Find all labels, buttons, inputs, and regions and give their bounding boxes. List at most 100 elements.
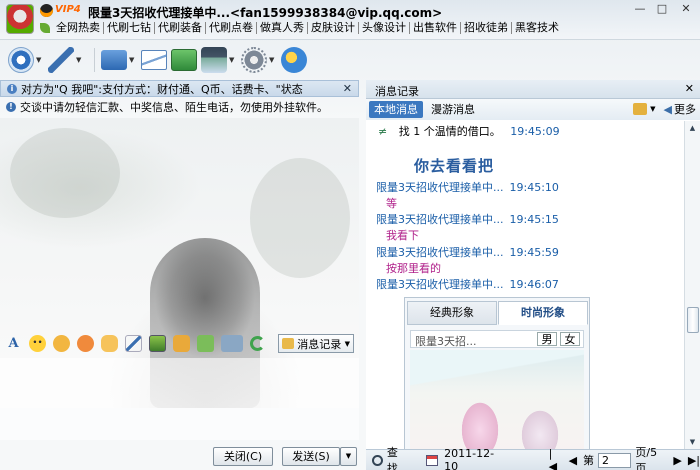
sender-name[interactable]: 限量3天招收代理接单中... [376, 246, 504, 259]
message-meta: 限量3天招收代理接单中... 19:45:15 [376, 211, 559, 227]
qzone-icon [281, 47, 307, 73]
scroll-thumb[interactable] [687, 307, 699, 333]
app-button[interactable] [171, 44, 197, 76]
history-button-label: 消息记录 [297, 337, 342, 351]
chevron-down-icon: ▼ [76, 56, 82, 64]
font-icon[interactable]: A [5, 335, 22, 352]
video-call-icon [8, 47, 34, 73]
app-icon [171, 49, 197, 71]
history-icon [282, 338, 294, 349]
refresh-icon[interactable] [250, 335, 265, 351]
action-buttons: 关闭(C) 发送(S) ▼ [0, 445, 359, 470]
signature-link[interactable]: 代刷装备 [155, 22, 206, 34]
qzone-button[interactable] [281, 44, 307, 76]
message-meta: 限量3天招收代理接单中... 19:46:07 [376, 276, 559, 292]
sender-name[interactable]: 限量3天招收代理接单中... [376, 181, 504, 194]
settings-button[interactable]: ▼ [241, 44, 277, 76]
message-body: 按那里看的 [386, 262, 441, 275]
tab-fashion-image[interactable]: 时尚形象 [498, 301, 588, 325]
prev-page-icon[interactable]: ◀ [569, 454, 577, 467]
speaker-icon[interactable]: ◀ [664, 103, 672, 116]
chat-window: VIP4 限量3天招收代理接单中...<fan1599938384@vip.qq… [0, 0, 700, 470]
next-page-icon[interactable]: ▶ [673, 454, 681, 467]
send-options-button[interactable]: ▼ [340, 447, 357, 466]
qq-penguin-icon [40, 4, 53, 17]
message-list: ≠ 找 1 个温情的借口。 19:45:09 你去看看把 限量3天招收代理接单中… [366, 121, 684, 449]
video-call-button[interactable]: ▼ [8, 44, 44, 76]
background-tree [10, 128, 120, 218]
message-time: 19:45:10 [509, 181, 559, 194]
date-label[interactable]: 2011-12-10 [444, 447, 507, 470]
magic-emoji-icon[interactable] [53, 334, 70, 352]
signature-link[interactable]: 全网热卖 [53, 22, 104, 34]
contact-avatar[interactable] [6, 4, 34, 34]
message-large-text: 你去看看把 [414, 157, 495, 175]
contact-title: 限量3天招收代理接单中...<fan1599938384@vip.qq.com> [88, 6, 443, 20]
history-tabs: 本地消息 漫游消息 ▼ ◀ 更多 [366, 99, 700, 120]
tab-classic-image[interactable]: 经典形象 [407, 301, 497, 325]
background-tree [250, 158, 350, 278]
signature-link[interactable]: 头像设计 [359, 22, 410, 34]
more-button[interactable]: 更多 [674, 101, 696, 117]
signature-link[interactable]: 代刷七钻 [104, 22, 155, 34]
scroll-up-icon[interactable]: ▲ [685, 121, 700, 135]
sender-name[interactable]: 限量3天招收代理接单中... [376, 278, 504, 291]
sender-name[interactable]: 限量3天招收代理接单中... [376, 213, 504, 226]
scissors-icon[interactable] [221, 334, 243, 352]
picture-icon[interactable] [149, 334, 166, 352]
signature-link[interactable]: 做真人秀 [257, 22, 308, 34]
minimize-button[interactable]: — [630, 2, 650, 17]
signature-link[interactable]: 招收徒弟 [461, 22, 512, 34]
maximize-button[interactable]: □ [652, 2, 672, 17]
search-icon[interactable] [372, 454, 383, 466]
calendar-icon[interactable] [426, 454, 439, 466]
close-icon[interactable]: ✕ [685, 82, 694, 95]
music-icon[interactable] [173, 334, 190, 352]
message-body: 我看下 [386, 229, 419, 242]
chevron-down-icon: ▼ [129, 56, 135, 64]
shake-icon[interactable] [101, 334, 118, 352]
scroll-down-icon[interactable]: ▼ [685, 435, 700, 449]
export-icon[interactable] [633, 103, 648, 115]
gender-male-button[interactable]: 男 [537, 332, 557, 346]
tab-local-messages[interactable]: 本地消息 [369, 101, 423, 118]
message-time: 19:45:15 [509, 213, 559, 226]
chat-input-panel: i 对方为"Q 我吧":支付方式：财付通、Q币、话费卡、"状态 ✕ ! 交谈中请… [0, 80, 359, 470]
first-page-icon[interactable]: |◀ [549, 447, 561, 470]
pen-icon[interactable] [125, 334, 142, 352]
signature-link[interactable]: 出售软件 [410, 22, 461, 34]
message-meta: 限量3天招收代理接单中... 19:45:59 [376, 244, 559, 260]
close-icon[interactable]: ✕ [343, 82, 352, 95]
folder-icon [101, 50, 127, 70]
chevron-down-icon: ▼ [344, 339, 350, 348]
message-history-button[interactable]: 消息记录 ▼ [278, 334, 354, 353]
voice-call-button[interactable]: ▼ [48, 44, 84, 76]
screenshot-icon[interactable] [197, 334, 214, 352]
bubble-icon[interactable] [77, 334, 94, 352]
chevron-down-icon[interactable]: ▼ [650, 105, 655, 113]
chevron-down-icon: ▼ [36, 56, 42, 64]
message-time: 19:45:09 [510, 125, 560, 138]
close-button[interactable]: 关闭(C) [213, 447, 273, 466]
message-input[interactable] [0, 358, 359, 440]
send-button[interactable]: 发送(S) [282, 447, 340, 466]
gender-female-button[interactable]: 女 [560, 332, 580, 346]
vip-badge: VIP4 [55, 4, 81, 15]
tab-roaming-messages[interactable]: 漫游消息 [426, 101, 480, 118]
search-button[interactable]: 查找 [387, 444, 409, 470]
signature-link[interactable]: 代刷点卷 [206, 22, 257, 34]
close-window-button[interactable]: ✕ [676, 2, 696, 17]
format-toolbar: A 消息记录 ▼ [0, 330, 359, 356]
last-page-icon[interactable]: ▶| [688, 454, 700, 467]
history-scrollbar[interactable]: ▲ ▼ [684, 121, 700, 449]
page-suffix: 页/5页 [635, 446, 658, 470]
file-transfer-button[interactable]: ▼ [101, 44, 137, 76]
page-input[interactable]: 2 [598, 452, 632, 468]
emoji-icon[interactable] [29, 334, 46, 352]
mail-button[interactable] [141, 44, 167, 76]
toolbar-divider [94, 48, 95, 72]
signature-link[interactable]: 皮肤设计 [308, 22, 359, 34]
notice-text: 对方为"Q 我吧":支付方式：财付通、Q币、话费卡、"状态 [21, 82, 303, 96]
remote-assist-button[interactable]: ▼ [201, 44, 237, 76]
signature-link[interactable]: 黑客技术 [512, 22, 562, 34]
